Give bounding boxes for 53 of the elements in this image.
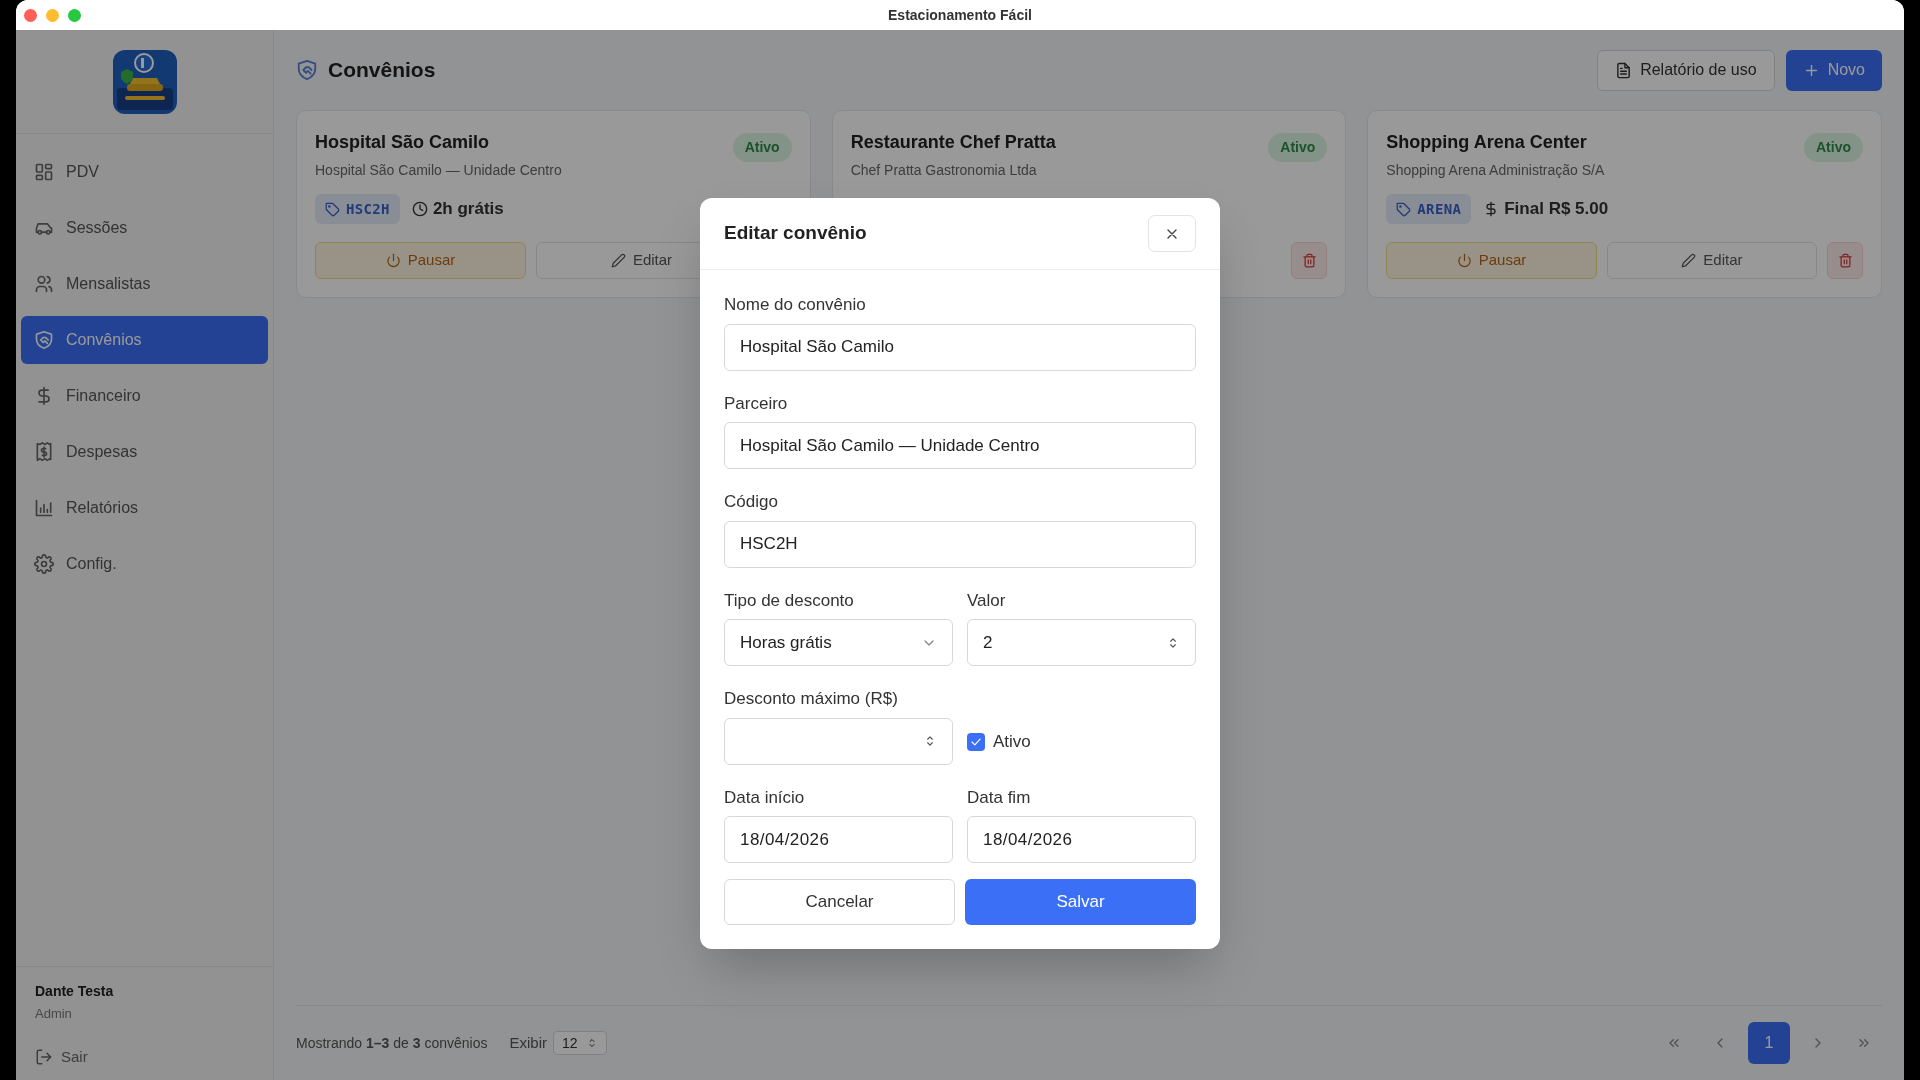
pause-button[interactable]: Pausar	[315, 242, 526, 279]
partner-name: Hospital São Camilo — Unidade Centro	[315, 161, 562, 180]
field-label: Desconto máximo (R$)	[724, 688, 899, 710]
field-label: Data fim	[967, 786, 1032, 809]
status-badge: Ativo	[1268, 133, 1328, 162]
code-badge: ARENA	[1386, 194, 1472, 224]
sidebar-item[interactable]: Sessões	[21, 204, 268, 252]
pause-button[interactable]: Pausar	[1386, 242, 1597, 279]
results-summary: Mostrando 1–3 de 3 convênios	[296, 1033, 488, 1053]
edit-button[interactable]: Editar	[1606, 242, 1818, 279]
sidebar-item[interactable]: Convênios	[21, 316, 268, 364]
number-field[interactable]: 2	[967, 619, 1196, 666]
input-field[interactable]: HSC2H	[724, 520, 1196, 568]
partner-name: Chef Pratta Gastronomia Ltda	[850, 161, 1038, 180]
agreement-name: Hospital São Camilo	[315, 131, 491, 154]
sidebar-item[interactable]: Despesas	[21, 428, 268, 476]
sidebar-item[interactable]: Relatórios	[21, 484, 268, 532]
field-label: Valor	[967, 589, 1007, 612]
field-label: Tipo de desconto	[724, 589, 855, 612]
discount-label: Final R$ 5.00	[1483, 196, 1609, 222]
usage-report-button[interactable]: Relatório de uso	[1597, 49, 1775, 91]
code-badge: HSC2H	[315, 194, 400, 224]
page-title: Convênios	[328, 57, 436, 84]
sidebar-item[interactable]: Financeiro	[21, 372, 268, 420]
select-field[interactable]: Horas grátis	[724, 619, 953, 666]
input-field[interactable]: Hospital São Camilo — Unidade Centro	[724, 422, 1196, 469]
date-field[interactable]: 18/04/2026	[724, 816, 953, 863]
discount-label: 2h grátis	[411, 196, 504, 222]
save-button[interactable]: Salvar	[965, 879, 1196, 925]
user-role: Admin	[35, 1005, 73, 1023]
page-size-label: Exibir	[509, 1032, 547, 1053]
agreement-name: Restaurante Chef Pratta	[850, 131, 1056, 154]
sidebar-item[interactable]: Config.	[21, 540, 268, 588]
cancel-button[interactable]: Cancelar	[724, 879, 955, 925]
status-badge: Ativo	[1804, 133, 1863, 162]
sidebar-item[interactable]: PDV	[21, 148, 268, 196]
user-name: Dante Testa	[35, 982, 115, 1001]
page-size-select[interactable]: 12	[553, 1031, 607, 1055]
window-title: Estacionamento Fácil	[888, 5, 1032, 25]
input-field[interactable]: Hospital São Camilo	[724, 323, 1196, 371]
date-field[interactable]: 18/04/2026	[967, 816, 1196, 863]
active-checkbox[interactable]: Ativo	[967, 729, 1031, 755]
status-badge: Ativo	[732, 133, 792, 162]
partner-name: Shopping Arena Administração S/A	[1386, 161, 1605, 180]
logout-button[interactable]: Sair	[35, 1045, 88, 1068]
agreement-name: Shopping Arena Center	[1386, 131, 1588, 154]
sidebar-item[interactable]: Mensalistas	[21, 260, 268, 308]
field-label: Código	[724, 491, 779, 513]
field-label: Nome do convênio	[724, 294, 867, 316]
page-button[interactable]: 1	[1748, 1022, 1790, 1064]
field-label: Parceiro	[724, 392, 789, 415]
new-button[interactable]: Novo	[1785, 49, 1882, 91]
field-label: Data início	[724, 786, 806, 809]
